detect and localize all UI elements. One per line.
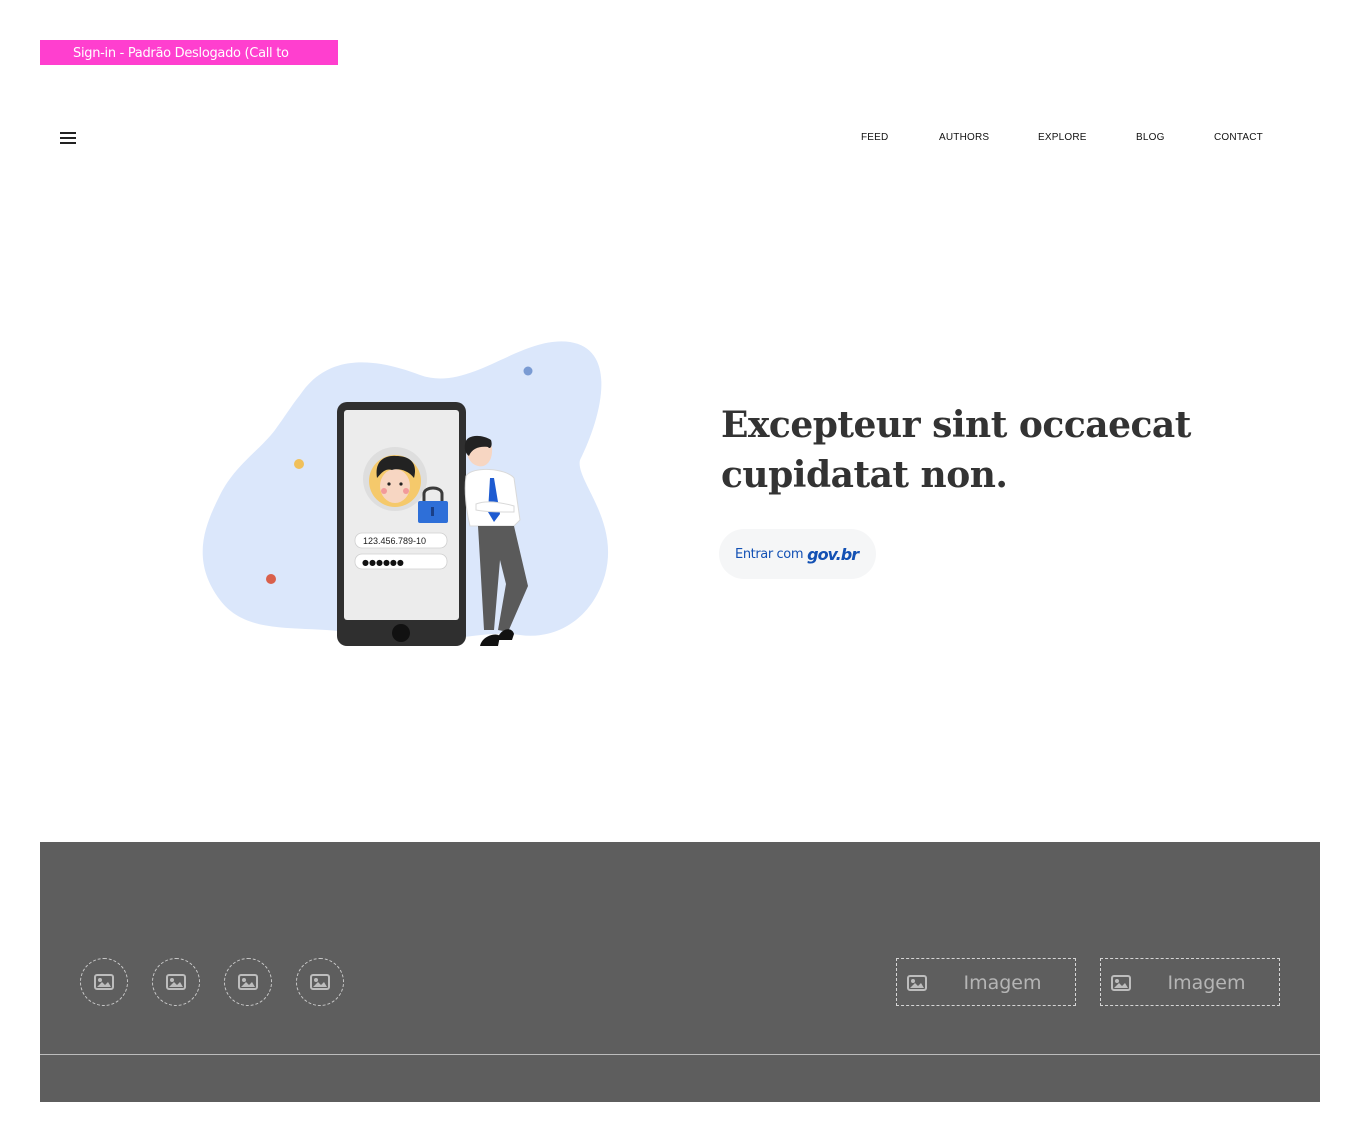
login-button-label: Entrar com xyxy=(735,546,804,562)
dot xyxy=(294,459,304,469)
password-text: ●●●●●● xyxy=(362,558,404,567)
govbr-logo: gov.br xyxy=(807,544,859,564)
hero-title: Excepteur sint occaecat cupidatat non. xyxy=(721,404,1191,496)
footer-image-2[interactable]: Imagem xyxy=(1100,958,1280,1006)
nav-item-authors[interactable]: AUTHORS xyxy=(939,132,989,143)
page-label: Sign-in - Padrão Deslogado (Call to xyxy=(40,40,338,65)
image-placeholder-icon xyxy=(166,974,186,990)
phone-home-button xyxy=(392,624,410,642)
image-placeholder-icon xyxy=(94,974,114,990)
hamburger-menu-icon[interactable] xyxy=(60,131,76,145)
nav-item-explore[interactable]: EXPLORE xyxy=(1038,132,1087,143)
login-illustration: 123.456.789-10 ●●●●●● xyxy=(202,341,609,646)
social-link-1[interactable] xyxy=(80,958,128,1006)
image-placeholder-icon xyxy=(238,974,258,990)
footer-image-1[interactable]: Imagem xyxy=(896,958,1076,1006)
nav-item-contact[interactable]: CONTACT xyxy=(1214,132,1263,143)
govbr-login-button[interactable]: Entrar com gov.br xyxy=(719,529,876,579)
social-link-4[interactable] xyxy=(296,958,344,1006)
social-link-2[interactable] xyxy=(152,958,200,1006)
image-label: Imagem xyxy=(1167,972,1246,994)
image-label: Imagem xyxy=(963,972,1042,994)
image-placeholder-icon xyxy=(310,974,330,990)
dot xyxy=(523,366,533,376)
nav-item-feed[interactable]: FEED xyxy=(861,132,888,143)
footer-divider xyxy=(40,1054,1320,1055)
social-link-3[interactable] xyxy=(224,958,272,1006)
dot xyxy=(266,574,276,584)
footer: Imagem Imagem xyxy=(40,842,1320,1102)
cpf-text: 123.456.789-10 xyxy=(363,536,426,546)
nav-item-blog[interactable]: BLOG xyxy=(1136,132,1165,143)
